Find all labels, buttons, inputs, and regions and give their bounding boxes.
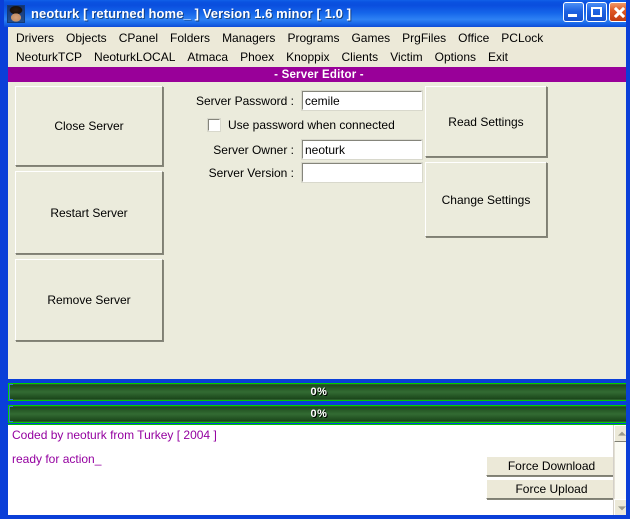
- menu-row-1: Drivers Objects CPanel Folders Managers …: [10, 29, 630, 48]
- title-bar: neoturk [ returned home_ ] Version 1.6 m…: [4, 0, 630, 27]
- menu-item-neoturklocal[interactable]: NeoturkLOCAL: [88, 48, 181, 67]
- progress-bar-download-label: 0%: [311, 386, 328, 398]
- server-password-label: Server Password :: [194, 94, 294, 108]
- server-owner-label: Server Owner :: [194, 143, 294, 157]
- window-title: neoturk [ returned home_ ] Version 1.6 m…: [31, 6, 351, 21]
- menu-item-options[interactable]: Options: [429, 48, 482, 67]
- server-owner-row: Server Owner :: [194, 140, 422, 159]
- menu-row-2: NeoturkTCP NeoturkLOCAL Atmaca Phoex Kno…: [10, 48, 630, 67]
- remove-server-button[interactable]: Remove Server: [15, 259, 163, 341]
- force-download-button[interactable]: Force Download: [486, 456, 617, 476]
- maximize-icon: [591, 7, 602, 17]
- menu-item-games[interactable]: Games: [345, 29, 396, 48]
- server-version-row: Server Version :: [194, 163, 422, 182]
- server-version-label: Server Version :: [194, 166, 294, 180]
- menu-item-prgfiles[interactable]: PrgFiles: [396, 29, 452, 48]
- log-credit-line: Coded by neoturk from Turkey [ 2004 ]: [12, 428, 217, 442]
- restart-server-button[interactable]: Restart Server: [15, 171, 163, 254]
- server-owner-input[interactable]: [302, 140, 422, 159]
- log-scrollbar[interactable]: [613, 425, 630, 515]
- use-password-checkbox[interactable]: [208, 119, 220, 131]
- progress-bar-upload-label: 0%: [311, 408, 328, 420]
- server-password-input[interactable]: [302, 91, 422, 110]
- section-title-bar: - Server Editor -: [8, 67, 630, 82]
- menu-item-cpanel[interactable]: CPanel: [113, 29, 164, 48]
- menu-item-objects[interactable]: Objects: [60, 29, 113, 48]
- chevron-down-icon: [618, 506, 626, 510]
- menu-item-atmaca[interactable]: Atmaca: [181, 48, 234, 67]
- close-icon: [610, 3, 629, 21]
- minimize-icon: [568, 14, 577, 17]
- maximize-button[interactable]: [586, 2, 607, 22]
- menu-item-programs[interactable]: Programs: [281, 29, 345, 48]
- menu-item-clients[interactable]: Clients: [336, 48, 385, 67]
- force-upload-button[interactable]: Force Upload: [486, 479, 617, 499]
- progress-bar-upload: 0%: [8, 405, 630, 423]
- close-server-button[interactable]: Close Server: [15, 86, 163, 166]
- main-panel: Close Server Restart Server Remove Serve…: [8, 82, 630, 379]
- change-settings-button[interactable]: Change Settings: [425, 162, 547, 237]
- server-password-row: Server Password :: [194, 91, 422, 110]
- menu-item-office[interactable]: Office: [452, 29, 495, 48]
- menu-item-managers[interactable]: Managers: [216, 29, 281, 48]
- menu-item-drivers[interactable]: Drivers: [10, 29, 60, 48]
- menu-item-neoturktcp[interactable]: NeoturkTCP: [10, 48, 88, 67]
- progress-bar-download: 0%: [8, 383, 630, 401]
- read-settings-button[interactable]: Read Settings: [425, 86, 547, 157]
- menu-item-pclock[interactable]: PCLock: [495, 29, 549, 48]
- close-button[interactable]: [609, 2, 630, 22]
- user-photo-icon: [7, 5, 25, 23]
- menu-item-knoppix[interactable]: Knoppix: [280, 48, 335, 67]
- window-controls: [563, 2, 630, 22]
- menu-item-folders[interactable]: Folders: [164, 29, 216, 48]
- log-status-line: ready for action_: [12, 452, 101, 466]
- status-log-area: Coded by neoturk from Turkey [ 2004 ] re…: [8, 424, 630, 515]
- menu-item-exit[interactable]: Exit: [482, 48, 514, 67]
- menu-bar: Drivers Objects CPanel Folders Managers …: [8, 27, 630, 67]
- chevron-up-icon: [618, 431, 626, 435]
- server-version-input[interactable]: [302, 163, 422, 182]
- menu-item-phoex[interactable]: Phoex: [234, 48, 280, 67]
- scroll-down-button[interactable]: [614, 499, 630, 515]
- use-password-row: Use password when connected: [208, 118, 395, 132]
- scroll-up-button[interactable]: [614, 425, 630, 442]
- application-window: neoturk [ returned home_ ] Version 1.6 m…: [0, 0, 630, 519]
- scrollbar-track[interactable]: [614, 442, 630, 499]
- use-password-label: Use password when connected: [228, 118, 395, 132]
- menu-item-victim[interactable]: Victim: [384, 48, 428, 67]
- minimize-button[interactable]: [563, 2, 584, 22]
